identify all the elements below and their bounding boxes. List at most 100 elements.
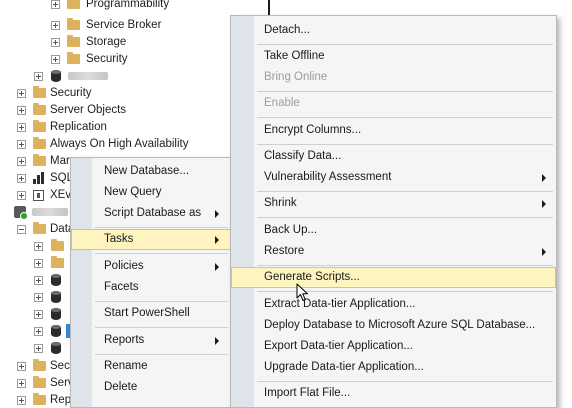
menu-item-policies[interactable]: Policies	[71, 256, 231, 277]
menu-item-reports[interactable]: Reports	[71, 330, 231, 351]
expand-icon[interactable]	[17, 157, 26, 166]
tree-node-db-child[interactable]	[34, 238, 74, 255]
tree-node-databases[interactable]: Data	[17, 221, 74, 238]
expand-icon[interactable]	[34, 276, 43, 285]
menu-separator	[95, 327, 228, 328]
folder-icon	[33, 137, 46, 149]
tree-node-storage[interactable]: Storage	[51, 34, 251, 51]
menu-item-enable[interactable]: Enable	[231, 93, 556, 114]
tree-node-management[interactable]: Mar	[17, 153, 77, 170]
menu-item-restore[interactable]: Restore	[231, 241, 556, 262]
expand-icon[interactable]	[34, 259, 43, 268]
menu-item-deploy-to-azure-sql[interactable]: Deploy Database to Microsoft Azure SQL D…	[231, 315, 556, 336]
expand-icon[interactable]	[51, 55, 60, 64]
menu-item-new-query[interactable]: New Query	[71, 182, 231, 203]
folder-icon	[67, 0, 80, 9]
menu-item-shrink[interactable]: Shrink	[231, 193, 556, 214]
tree-node-sql-agent[interactable]: SQL	[17, 170, 77, 187]
folder-icon	[33, 222, 46, 234]
menu-item-back-up[interactable]: Back Up...	[231, 220, 556, 241]
folder-icon	[67, 52, 80, 64]
expand-icon[interactable]	[17, 123, 26, 132]
menu-item-new-database[interactable]: New Database...	[71, 161, 231, 182]
expand-icon[interactable]	[17, 379, 26, 388]
tasks-submenu: Detach... Take Offline Bring Online Enab…	[230, 15, 557, 408]
expand-icon[interactable]	[34, 344, 43, 353]
tree-node-security-db[interactable]: Security	[51, 51, 251, 68]
tree-node-server-objects-2[interactable]: Serv	[17, 375, 74, 392]
tree-node-replication-2[interactable]: Repl	[17, 392, 72, 408]
expand-icon[interactable]	[51, 21, 60, 30]
tree-node-database-blurred[interactable]	[34, 68, 234, 85]
xevent-icon	[33, 190, 44, 201]
tree-node-db-child[interactable]	[34, 289, 74, 306]
menu-item-encrypt-columns[interactable]: Encrypt Columns...	[231, 120, 556, 141]
folder-icon	[67, 18, 80, 30]
menu-item-start-powershell[interactable]: Start PowerShell	[71, 303, 231, 324]
tree-node-security-2[interactable]: Secu	[17, 358, 76, 375]
menu-item-import-flat-file[interactable]: Import Flat File...	[231, 383, 556, 404]
collapse-icon[interactable]	[17, 225, 26, 234]
mouse-pointer-icon	[296, 283, 308, 301]
expand-icon[interactable]	[17, 396, 26, 405]
tree-node-security[interactable]: Security	[17, 85, 217, 102]
folder-icon	[51, 239, 64, 251]
menu-separator	[95, 227, 228, 228]
menu-item-script-database-as[interactable]: Script Database as	[71, 203, 231, 224]
expand-icon[interactable]	[51, 0, 60, 9]
tree-node-server-objects[interactable]: Server Objects	[17, 102, 217, 119]
expand-icon[interactable]	[17, 140, 26, 149]
expand-icon[interactable]	[34, 310, 43, 319]
menu-item-generate-scripts[interactable]: Generate Scripts...	[231, 267, 556, 288]
expand-icon[interactable]	[34, 242, 43, 251]
redacted-name	[32, 204, 68, 221]
tree-node-programmability[interactable]: Programmability	[51, 0, 251, 13]
database-icon	[51, 325, 61, 337]
window-edge	[268, 0, 270, 15]
expand-icon[interactable]	[51, 38, 60, 47]
menu-item-facets[interactable]: Facets	[71, 277, 231, 298]
tree-node-server-blurred[interactable]	[2, 204, 72, 221]
menu-item-classify-data[interactable]: Classify Data...	[231, 146, 556, 167]
folder-icon	[33, 154, 46, 166]
database-context-menu: New Database... New Query Script Databas…	[70, 157, 232, 408]
submenu-arrow-icon	[215, 337, 219, 345]
database-icon	[51, 291, 61, 303]
menu-item-delete[interactable]: Delete	[71, 377, 231, 398]
tree-node-db-child[interactable]	[34, 255, 74, 272]
menu-item-rename[interactable]: Rename	[71, 356, 231, 377]
tree-node-replication[interactable]: Replication	[17, 119, 217, 136]
database-icon	[51, 342, 61, 354]
menu-separator	[257, 117, 553, 118]
tree-node-xevent-profiler[interactable]: XEve	[17, 187, 78, 204]
menu-item-take-offline[interactable]: Take Offline	[231, 46, 556, 67]
tree-node-service-broker[interactable]: Service Broker	[51, 17, 251, 34]
menu-item-upgrade-data-tier-application[interactable]: Upgrade Data-tier Application...	[231, 357, 556, 378]
expand-icon[interactable]	[17, 174, 26, 183]
menu-item-detach[interactable]: Detach...	[231, 20, 556, 41]
expand-icon[interactable]	[34, 293, 43, 302]
submenu-arrow-icon	[215, 263, 219, 271]
expand-icon[interactable]	[17, 89, 26, 98]
menu-separator	[257, 144, 553, 145]
folder-icon	[67, 35, 80, 47]
tree-node-db-child[interactable]	[34, 306, 74, 323]
expand-icon[interactable]	[34, 72, 43, 81]
expand-icon[interactable]	[17, 191, 26, 200]
folder-icon	[33, 120, 46, 132]
menu-separator	[95, 253, 228, 254]
sql-agent-icon	[33, 172, 45, 184]
tree-node-always-on[interactable]: Always On High Availability	[17, 136, 247, 153]
expand-icon[interactable]	[17, 106, 26, 115]
menu-item-export-data-tier-application[interactable]: Export Data-tier Application...	[231, 336, 556, 357]
expand-icon[interactable]	[34, 327, 43, 336]
menu-item-extract-data-tier-application[interactable]: Extract Data-tier Application...	[231, 294, 556, 315]
tree-node-db-child-selected[interactable]	[34, 323, 74, 340]
menu-item-tasks[interactable]: Tasks	[71, 229, 231, 250]
tree-node-db-child[interactable]	[34, 272, 74, 289]
menu-item-vulnerability-assessment[interactable]: Vulnerability Assessment	[231, 167, 556, 188]
submenu-arrow-icon	[215, 210, 219, 218]
expand-icon[interactable]	[17, 362, 26, 371]
menu-item-bring-online[interactable]: Bring Online	[231, 67, 556, 88]
tree-node-db-child[interactable]	[34, 340, 74, 357]
